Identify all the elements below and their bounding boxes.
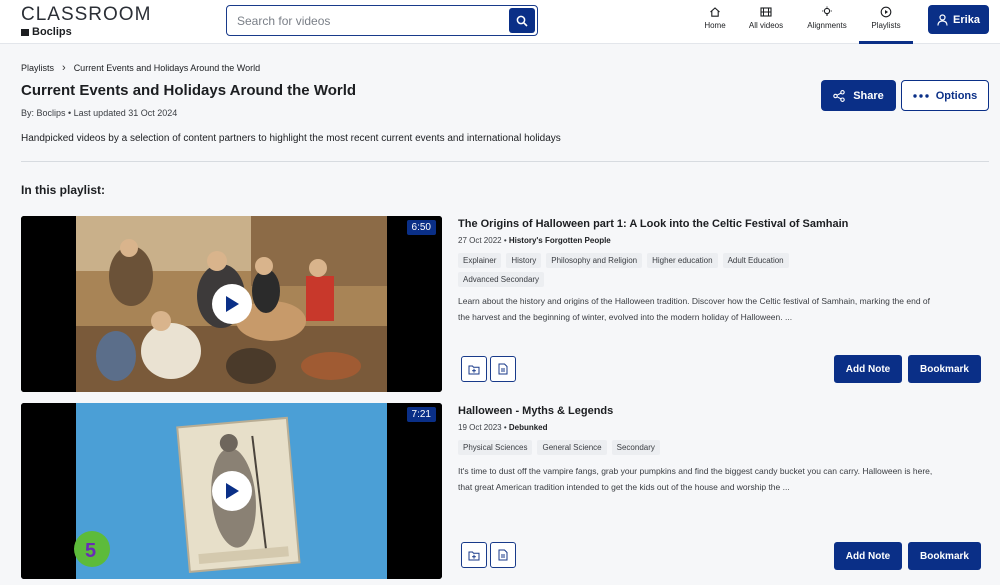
search-input[interactable] <box>237 6 507 35</box>
video-duration: 7:21 <box>406 407 436 422</box>
video-card: 5 7:21 Halloween - Myths & Legends 19 Oc… <box>21 403 989 579</box>
video-date: 27 Oct 2022 <box>458 236 502 245</box>
nav-home[interactable]: Home <box>702 6 728 44</box>
user-icon <box>937 13 948 26</box>
document-icon <box>498 549 508 561</box>
play-icon <box>226 483 239 499</box>
share-button[interactable]: Share <box>821 80 896 111</box>
play-button[interactable] <box>212 471 252 511</box>
play-icon <box>226 296 239 312</box>
breadcrumb-current: Current Events and Holidays Around the W… <box>73 63 261 73</box>
folder-plus-icon <box>468 365 480 374</box>
video-channel[interactable]: Debunked <box>509 423 548 432</box>
add-note-button[interactable]: Add Note <box>834 355 902 383</box>
video-meta: 19 Oct 2023 • Debunked <box>458 423 548 432</box>
transcript-button[interactable] <box>490 542 516 568</box>
share-label: Share <box>853 89 884 102</box>
chevron-right-icon: › <box>62 62 66 74</box>
tag: General Science <box>537 440 607 455</box>
video-thumbnail[interactable]: 5 7:21 <box>21 403 442 579</box>
video-duration: 6:50 <box>406 220 436 235</box>
page-title: Current Events and Holidays Around the W… <box>21 82 357 99</box>
video-title[interactable]: The Origins of Halloween part 1: A Look … <box>458 218 848 230</box>
search-bar <box>226 5 538 36</box>
logo-title: CLASSROOM <box>21 4 152 25</box>
tag: Higher education <box>647 253 718 268</box>
search-icon <box>516 15 528 27</box>
video-title[interactable]: Halloween - Myths & Legends <box>458 405 613 417</box>
add-to-playlist-button[interactable] <box>461 356 487 382</box>
tag: Physical Sciences <box>458 440 533 455</box>
top-navigation-bar: CLASSROOM Boclips Home All videos Alignm… <box>0 0 1000 44</box>
tag: Secondary <box>611 440 660 455</box>
play-circle-icon <box>880 6 892 18</box>
logo-subtitle-text: Boclips <box>32 26 72 38</box>
tag: Explainer <box>458 253 502 268</box>
film-icon <box>760 7 772 17</box>
home-icon <box>710 7 720 17</box>
transcript-button[interactable] <box>490 356 516 382</box>
video-meta: 27 Oct 2022 • History's Forgotten People <box>458 236 611 245</box>
bookmark-button[interactable]: Bookmark <box>908 355 981 383</box>
user-name: Erika <box>953 13 980 26</box>
breadcrumb-playlists-link[interactable]: Playlists <box>21 63 54 73</box>
thumbnail-badge: 5 <box>85 540 96 562</box>
divider <box>21 161 989 162</box>
tag: Philosophy and Religion <box>546 253 643 268</box>
lightbulb-icon <box>822 6 832 16</box>
add-note-button[interactable]: Add Note <box>834 542 902 570</box>
nav-playlists[interactable]: Playlists <box>859 6 913 44</box>
playlist-meta: By: Boclips • Last updated 31 Oct 2024 <box>21 108 178 118</box>
video-description: It's time to dust off the vampire fangs,… <box>458 466 933 492</box>
playlist-description: Handpicked videos by a selection of cont… <box>21 133 561 144</box>
video-date: 19 Oct 2023 <box>458 423 502 432</box>
share-icon <box>833 89 845 102</box>
video-tags: Physical Sciences General Science Second… <box>458 440 878 455</box>
nav-all-videos-label: All videos <box>748 21 784 30</box>
video-thumbnail[interactable]: 6:50 <box>21 216 442 392</box>
tag: History <box>506 253 542 268</box>
options-label: Options <box>935 89 978 102</box>
user-menu-button[interactable]: Erika <box>928 5 989 34</box>
search-button[interactable] <box>509 8 535 33</box>
logo-subtitle: Boclips <box>21 26 151 38</box>
folder-plus-icon <box>468 551 480 560</box>
document-icon <box>498 363 508 375</box>
nav-alignments-label: Alignments <box>807 21 847 30</box>
nav-playlists-label: Playlists <box>871 21 901 30</box>
nav-alignments[interactable]: Alignments <box>803 6 851 44</box>
options-button[interactable]: Options <box>901 80 989 111</box>
tag: Advanced Secondary <box>458 272 545 287</box>
add-to-playlist-button[interactable] <box>461 542 487 568</box>
tag: Adult Education <box>722 253 789 268</box>
boclips-logo-icon <box>21 28 29 36</box>
video-channel[interactable]: History's Forgotten People <box>509 236 611 245</box>
section-heading: In this playlist: <box>21 183 106 197</box>
breadcrumb: Playlists › Current Events and Holidays … <box>21 62 260 74</box>
more-dots-icon <box>913 93 929 98</box>
play-button[interactable] <box>212 284 252 324</box>
bookmark-button[interactable]: Bookmark <box>908 542 981 570</box>
classroom-logo[interactable]: CLASSROOM Boclips <box>21 5 151 38</box>
nav-all-videos[interactable]: All videos <box>746 6 786 44</box>
video-description: Learn about the history and origins of t… <box>458 296 931 322</box>
video-tags: Explainer History Philosophy and Religio… <box>458 253 878 287</box>
video-card: 6:50 The Origins of Halloween part 1: A … <box>21 216 989 392</box>
nav-home-label: Home <box>704 21 726 30</box>
